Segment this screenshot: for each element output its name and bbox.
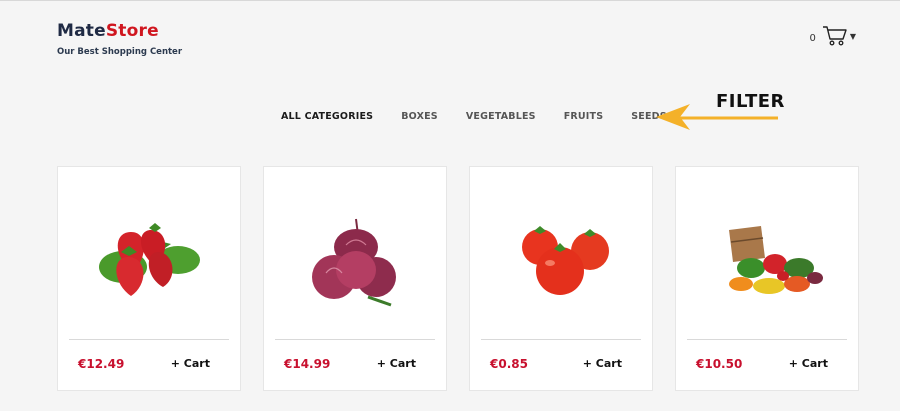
product-price: €12.49 [78,357,125,371]
add-to-cart-button[interactable]: + Cart [377,357,416,370]
cart-count: 0 [809,32,816,44]
brand-tagline: Our Best Shopping Center [57,47,183,57]
product-card[interactable]: €14.99 + Cart [263,166,447,391]
strawberries-image[interactable] [58,187,242,337]
add-to-cart-button[interactable]: + Cart [789,357,828,370]
product-price: €10.50 [696,357,743,371]
filter-fruits[interactable]: FRUITS [564,111,604,122]
filter-all-categories[interactable]: ALL CATEGORIES [281,111,373,122]
filter-boxes[interactable]: BOXES [401,111,438,122]
card-divider [687,339,847,340]
caret-down-icon[interactable]: ▼ [850,32,856,41]
shopping-cart-icon[interactable] [822,25,848,51]
cart-widget[interactable]: 0 ▼ [809,25,856,51]
category-filter-bar: ALL CATEGORIES BOXES VEGETABLES FRUITS S… [281,111,667,122]
product-price: €14.99 [284,357,331,371]
card-divider [69,339,229,340]
brand[interactable]: MateStore Our Best Shopping Center [57,21,182,57]
product-card[interactable]: €12.49 + Cart [57,166,241,391]
card-divider [275,339,435,340]
product-grid: €12.49 + Cart €14.99 + Cart €0.85 + Cart… [57,166,859,391]
annotation-arrow-icon [656,104,778,130]
filter-vegetables[interactable]: VEGETABLES [466,111,536,122]
card-divider [481,339,641,340]
product-card[interactable]: €0.85 + Cart [469,166,653,391]
add-to-cart-button[interactable]: + Cart [171,357,210,370]
red-onions-image[interactable] [264,187,448,337]
product-card[interactable]: €10.50 + Cart [675,166,859,391]
tomatoes-image[interactable] [470,187,654,337]
add-to-cart-button[interactable]: + Cart [583,357,622,370]
vegetable-basket-image[interactable] [676,187,860,337]
brand-logo-text: MateStore [57,21,159,41]
product-price: €0.85 [490,357,528,371]
